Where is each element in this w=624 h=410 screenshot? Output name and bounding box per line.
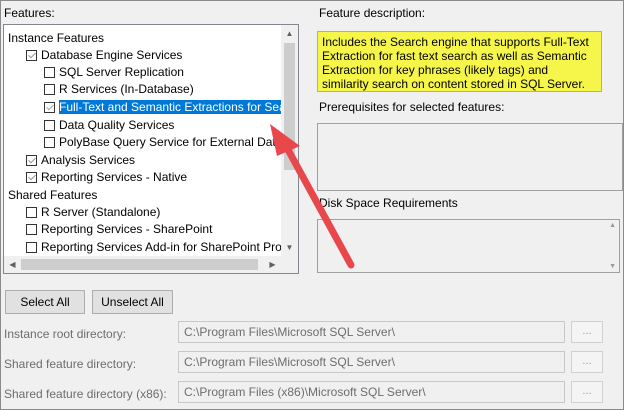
tree-item-reporting-services-native[interactable]: Reporting Services - Native xyxy=(26,169,187,186)
tree-item-data-quality-services[interactable]: Data Quality Services xyxy=(44,117,174,134)
instance-root-directory-label: Instance root directory: xyxy=(4,327,127,341)
shared-feature-browse-button[interactable]: ... xyxy=(571,351,603,373)
tree-horizontal-scrollbar[interactable]: ◀ ▶ xyxy=(4,256,281,273)
vertical-scroll-thumb[interactable] xyxy=(284,43,295,170)
tree-item-analysis-services[interactable]: Analysis Services xyxy=(26,152,135,169)
checkbox[interactable] xyxy=(44,84,55,95)
feature-description-label: Feature description: xyxy=(319,6,426,20)
unselect-all-button[interactable]: Unselect All xyxy=(92,290,173,314)
scroll-left-arrow-icon[interactable]: ◀ xyxy=(4,256,21,273)
instance-root-browse-button[interactable]: ... xyxy=(571,321,603,343)
shared-feature-directory-x86-label: Shared feature directory (x86): xyxy=(4,387,167,401)
scroll-up-arrow-icon[interactable]: ▲ xyxy=(609,222,616,229)
feature-tree[interactable]: Instance Features Database Engine Servic… xyxy=(3,24,299,274)
tree-item-label: Reporting Services Add-in for SharePoint… xyxy=(41,240,299,254)
shared-feature-directory-label: Shared feature directory: xyxy=(4,357,137,371)
checkbox[interactable] xyxy=(44,67,55,78)
tree-item-label: Database Engine Services xyxy=(41,48,183,62)
checkbox-checked[interactable] xyxy=(26,50,37,61)
tree-group-shared-features: Shared Features xyxy=(8,187,97,204)
shared-feature-directory-x86-field[interactable]: C:\Program Files (x86)\Microsoft SQL Ser… xyxy=(178,381,565,403)
tree-item-polybase-query-service[interactable]: PolyBase Query Service for External Data xyxy=(44,134,282,151)
shared-feature-directory-field[interactable]: C:\Program Files\Microsoft SQL Server\ xyxy=(178,351,565,373)
tree-item-label: Reporting Services - Native xyxy=(41,170,188,184)
tree-item-label-selected: Full-Text and Semantic Extractions for S… xyxy=(59,100,298,114)
select-all-button[interactable]: Select All xyxy=(5,290,85,314)
scroll-right-arrow-icon[interactable]: ▶ xyxy=(264,256,281,273)
instance-root-directory-field[interactable]: C:\Program Files\Microsoft SQL Server\ xyxy=(178,321,565,343)
tree-vertical-scrollbar[interactable]: ▲ ▼ xyxy=(281,25,298,256)
checkbox[interactable] xyxy=(26,207,37,218)
tree-item-r-server-standalone[interactable]: R Server (Standalone) xyxy=(26,204,160,221)
checkbox[interactable] xyxy=(44,137,55,148)
tree-item-label: R Server (Standalone) xyxy=(41,205,161,219)
tree-item-label: Analysis Services xyxy=(41,153,136,167)
scroll-up-arrow-icon[interactable]: ▲ xyxy=(281,25,298,42)
scroll-down-arrow-icon[interactable]: ▼ xyxy=(609,263,616,270)
tree-item-database-engine-services[interactable]: Database Engine Services xyxy=(26,47,182,64)
checkbox[interactable] xyxy=(26,242,37,253)
tree-item-reporting-services-sharepoint[interactable]: Reporting Services - SharePoint xyxy=(26,221,212,238)
tree-item-label: Instance Features xyxy=(8,31,105,45)
tree-group-instance-features: Instance Features xyxy=(8,30,104,47)
horizontal-scroll-thumb[interactable] xyxy=(21,259,258,270)
tree-item-label: Data Quality Services xyxy=(59,118,175,132)
checkbox[interactable] xyxy=(26,224,37,235)
checkbox[interactable] xyxy=(44,120,55,131)
scrollbar-corner xyxy=(281,256,298,273)
tree-item-label: R Services (In-Database) xyxy=(59,82,194,96)
checkbox-checked[interactable] xyxy=(26,172,37,183)
prerequisites-label: Prerequisites for selected features: xyxy=(319,100,505,114)
tree-item-reporting-services-addin[interactable]: Reporting Services Add-in for SharePoint… xyxy=(26,239,299,256)
tree-item-sql-server-replication[interactable]: SQL Server Replication xyxy=(44,64,184,81)
disk-space-panel: ▲ ▼ xyxy=(317,219,620,273)
tree-item-label: Reporting Services - SharePoint xyxy=(41,222,213,236)
disk-space-label: Disk Space Requirements xyxy=(319,196,458,210)
features-label: Features: xyxy=(4,6,55,20)
tree-item-label: SQL Server Replication xyxy=(59,65,184,79)
prerequisites-panel xyxy=(317,123,623,191)
tree-item-r-services[interactable]: R Services (In-Database) xyxy=(44,81,194,98)
feature-description-text: Includes the Search engine that supports… xyxy=(317,31,602,92)
tree-item-full-text-semantic-extractions[interactable]: Full-Text and Semantic Extractions for S… xyxy=(44,99,298,116)
checkbox-checked[interactable] xyxy=(44,102,55,113)
shared-feature-x86-browse-button[interactable]: ... xyxy=(571,381,603,403)
tree-item-label: Shared Features xyxy=(8,188,98,202)
tree-item-label: PolyBase Query Service for External Data xyxy=(59,135,283,149)
scroll-down-arrow-icon[interactable]: ▼ xyxy=(281,239,298,256)
checkbox-checked[interactable] xyxy=(26,155,37,166)
